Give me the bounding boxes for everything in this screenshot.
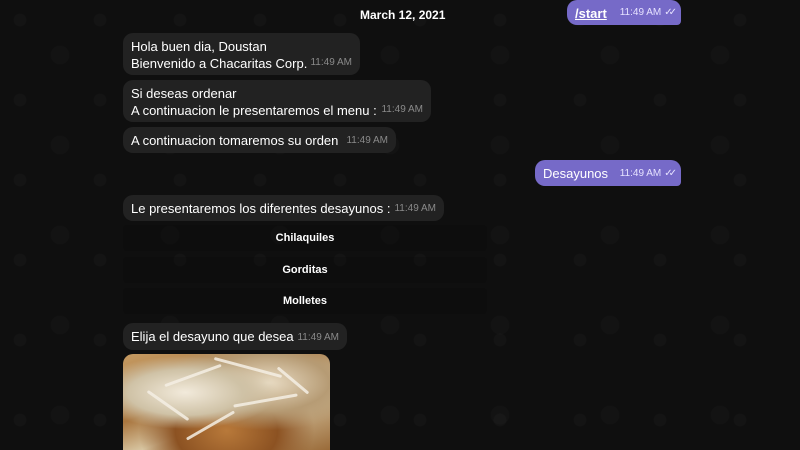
message-time: 11:49 AM bbox=[619, 168, 662, 179]
message-time: 11:49 AM bbox=[619, 7, 662, 18]
message-time: 11:49 AM bbox=[346, 135, 388, 146]
message-time: 11:49 AM bbox=[381, 104, 423, 115]
message-choose[interactable]: Elija el desayuno que desea 11:49 AM bbox=[123, 323, 347, 350]
message-text: Desayunos bbox=[543, 166, 609, 181]
message-order-intro[interactable]: Si deseas ordenar A continuacion le pres… bbox=[123, 80, 431, 122]
date-separator: March 12, 2021 bbox=[360, 8, 446, 22]
message-greeting[interactable]: Hola buen dia, Doustan Bienvenido a Chac… bbox=[123, 33, 360, 75]
message-desayunos[interactable]: Desayunos 11:49 AM ✓✓ bbox=[535, 160, 681, 186]
message-meta: 11:49 AM ✓✓ bbox=[619, 165, 677, 182]
keyboard-button-gorditas[interactable]: Gorditas bbox=[123, 257, 487, 283]
message-line: Hola buen dia, Doustan bbox=[131, 39, 267, 54]
keyboard-button-chilaquiles[interactable]: Chilaquiles bbox=[123, 225, 487, 251]
message-take-order[interactable]: A continuacion tomaremos su orden 11:49 … bbox=[123, 127, 396, 153]
inline-keyboard: Chilaquiles Gorditas Molletes bbox=[123, 222, 487, 316]
message-meta: 11:49 AM ✓✓ bbox=[619, 4, 677, 21]
message-text: A continuacion tomaremos su orden bbox=[131, 133, 339, 148]
read-checks-icon: ✓✓ bbox=[664, 7, 677, 18]
message-time: 11:49 AM bbox=[394, 203, 436, 214]
message-line: Si deseas ordenar bbox=[131, 86, 237, 101]
message-time: 11:49 AM bbox=[310, 57, 352, 68]
keyboard-button-molletes[interactable]: Molletes bbox=[123, 288, 487, 314]
message-start[interactable]: /start 11:49 AM ✓✓ bbox=[567, 0, 681, 25]
message-breakfast-list[interactable]: Le presentaremos los diferentes desayuno… bbox=[123, 195, 444, 221]
food-photo[interactable] bbox=[123, 354, 330, 450]
message-text: Elija el desayuno que desea bbox=[131, 329, 294, 344]
message-line: A continuacion le presentaremos el menu … bbox=[131, 103, 377, 118]
read-checks-icon: ✓✓ bbox=[664, 168, 677, 179]
message-text: Le presentaremos los diferentes desayuno… bbox=[131, 201, 391, 216]
message-time: 11:49 AM bbox=[297, 332, 339, 343]
message-text[interactable]: /start bbox=[575, 6, 607, 21]
